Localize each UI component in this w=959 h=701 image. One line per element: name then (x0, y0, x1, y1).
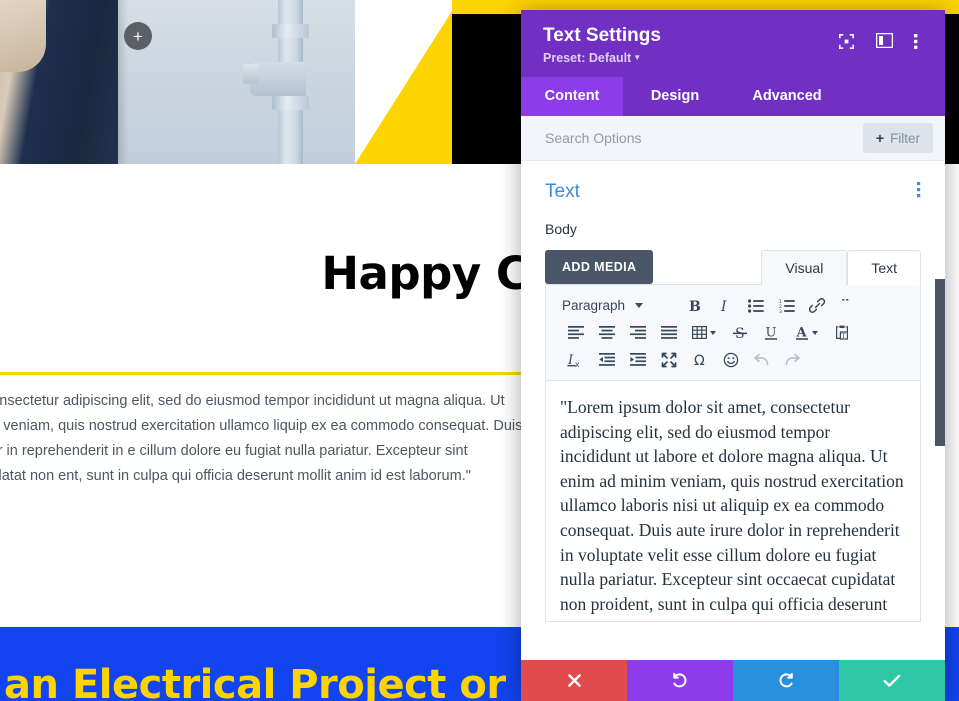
fullscreen-button[interactable] (653, 346, 684, 373)
special-character-button[interactable]: Ω (684, 346, 715, 373)
photo-person (0, 0, 118, 164)
module-header-row: Text (545, 181, 921, 203)
hero-photo (0, 0, 355, 164)
wall-edge (118, 0, 128, 164)
editor-content: "Lorem ipsum dolor sit amet, consectetur… (560, 395, 904, 622)
toolbar-row-2: S U A (560, 319, 912, 346)
align-justify-button[interactable] (653, 319, 684, 346)
chevron-down-icon[interactable] (710, 331, 716, 335)
italic-button[interactable]: I (709, 292, 740, 319)
kebab-menu-icon[interactable] (914, 33, 931, 50)
plus-icon: + (876, 130, 884, 146)
filter-button[interactable]: + Filter (863, 123, 933, 153)
layout-panel-icon[interactable] (876, 33, 893, 50)
numbered-list-button[interactable]: 1 2 3 (771, 292, 802, 319)
module-title: Text (545, 181, 580, 203)
settings-tab-bar: Content Design Advanced (521, 77, 945, 116)
align-center-button[interactable] (591, 319, 622, 346)
editor-mode-tabs: Visual Text (761, 249, 921, 284)
pipe-nub (243, 64, 259, 84)
preset-selector[interactable]: Preset: Default▼ (543, 51, 927, 65)
modal-header: Text Settings Preset: Default▼ (521, 10, 945, 77)
save-button[interactable] (839, 660, 945, 701)
underline-button[interactable]: U (755, 319, 786, 346)
tab-advanced[interactable]: Advanced (727, 77, 847, 116)
modal-body: Text Body ADD MEDIA Visual Text (521, 161, 945, 660)
bold-button[interactable]: B (678, 292, 709, 319)
search-bar: + Filter (521, 116, 945, 161)
preset-label: Preset: Default (543, 51, 631, 65)
clear-formatting-button[interactable]: I x (560, 346, 591, 373)
strikethrough-button[interactable]: S (724, 319, 755, 346)
undo-button[interactable] (746, 346, 777, 373)
paste-as-text-button[interactable]: T (826, 319, 857, 346)
undo-button[interactable] (627, 660, 733, 701)
tab-visual-editor[interactable]: Visual (761, 250, 847, 285)
align-right-button[interactable] (622, 319, 653, 346)
emoji-button[interactable] (715, 346, 746, 373)
insert-link-button[interactable] (802, 292, 833, 319)
text-settings-modal: Text Settings Preset: Default▼ (521, 10, 945, 701)
body-rich-text-editor[interactable]: "Lorem ipsum dolor sit amet, consectetur… (545, 381, 921, 622)
tinymce-toolbar: Paragraph B I (545, 284, 921, 381)
cancel-button[interactable] (521, 660, 627, 701)
svg-text:“: “ (841, 299, 851, 313)
editor-top-row: ADD MEDIA Visual Text (545, 249, 921, 284)
chevron-down-icon[interactable] (812, 331, 818, 335)
svg-text:Ω: Ω (694, 353, 705, 368)
header-icon-group (838, 33, 931, 50)
svg-text:3: 3 (779, 309, 782, 313)
chevron-down-icon (635, 303, 643, 308)
add-media-button[interactable]: ADD MEDIA (545, 250, 653, 284)
filter-button-label: Filter (890, 131, 920, 146)
testimonial-quote-text: lor sit amet, consectetur adipiscing eli… (0, 389, 525, 489)
panel-scrollbar-track[interactable] (935, 279, 945, 660)
add-section-icon[interactable]: + (124, 22, 152, 50)
indent-button[interactable] (622, 346, 653, 373)
blockquote-button[interactable]: “ (833, 292, 864, 319)
module-kebab-menu-icon[interactable] (917, 182, 921, 203)
toolbar-row-1: Paragraph B I (560, 292, 912, 319)
panel-scrollbar-thumb[interactable] (935, 279, 945, 446)
svg-text:x: x (575, 360, 580, 368)
svg-text:I: I (720, 299, 727, 314)
pipe-collar-top (272, 24, 309, 38)
tab-text-editor[interactable]: Text (847, 250, 921, 285)
outdent-button[interactable] (591, 346, 622, 373)
testimonial-quote-block: lor sit amet, consectetur adipiscing eli… (0, 372, 525, 489)
search-input[interactable] (545, 130, 863, 146)
redo-button[interactable] (777, 346, 808, 373)
redo-button[interactable] (733, 660, 839, 701)
bullet-list-button[interactable] (740, 292, 771, 319)
toolbar-row-3: I x (560, 346, 912, 373)
tab-design[interactable]: Design (623, 77, 727, 116)
format-select-label: Paragraph (562, 298, 625, 313)
pipe-collar-bottom (272, 96, 309, 110)
format-select[interactable]: Paragraph (560, 298, 678, 313)
svg-text:B: B (689, 299, 701, 314)
align-left-button[interactable] (560, 319, 591, 346)
tab-content[interactable]: Content (521, 77, 623, 116)
expand-view-icon[interactable] (838, 33, 855, 50)
modal-action-bar (521, 660, 945, 701)
chevron-down-icon: ▼ (633, 53, 641, 62)
svg-text:T: T (841, 332, 846, 340)
body-field-label: Body (545, 221, 921, 237)
